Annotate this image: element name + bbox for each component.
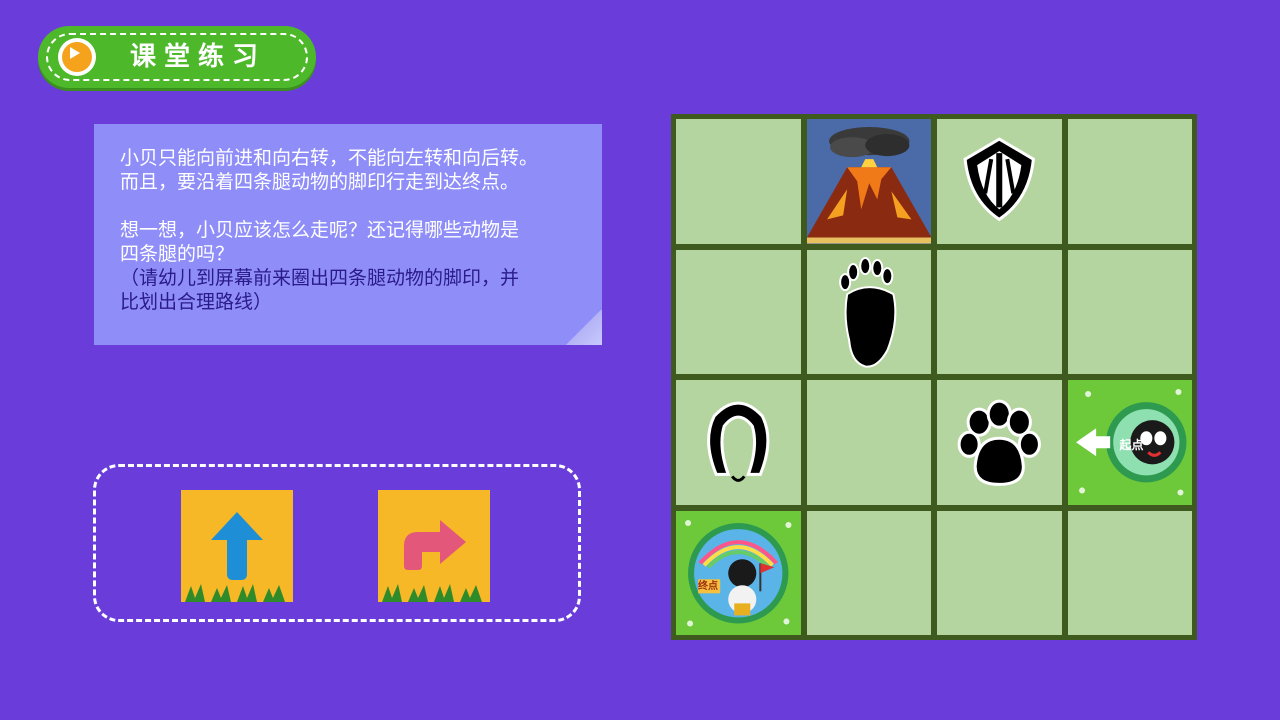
bird-footprint-icon bbox=[963, 137, 1035, 222]
grid-cell-r1c4[interactable] bbox=[1067, 119, 1192, 244]
bear-footprint-icon bbox=[838, 256, 896, 368]
grid-cell-r1c3[interactable] bbox=[937, 119, 1062, 244]
grid-cell-r3c3[interactable] bbox=[937, 380, 1062, 505]
paw-print-icon bbox=[957, 399, 1041, 486]
grid-cell-r4c2[interactable] bbox=[806, 510, 931, 635]
grid-cell-r4c1-end[interactable]: 终点 bbox=[676, 510, 801, 635]
grid-cell-r4c4[interactable] bbox=[1067, 510, 1192, 635]
instruction-line-1: 小贝只能向前进和向右转，不能向左转和向后转。 bbox=[120, 147, 539, 169]
instruction-note-2: 比划出合理路线） bbox=[120, 291, 273, 313]
start-label: 起点 bbox=[1119, 438, 1144, 452]
turn-right-command-card[interactable] bbox=[378, 490, 490, 602]
instruction-line-2: 而且，要沿着四条腿动物的脚印行走到达终点。 bbox=[120, 171, 520, 193]
horse-hoofprint-icon bbox=[707, 401, 770, 482]
arrow-up-icon bbox=[185, 512, 285, 602]
grid-cell-r2c1[interactable] bbox=[676, 249, 801, 374]
grid-cell-r1c1[interactable] bbox=[676, 119, 801, 244]
play-icon[interactable] bbox=[58, 38, 96, 76]
grid-cell-r2c3[interactable] bbox=[937, 249, 1062, 374]
grid-cell-r1c2[interactable] bbox=[806, 119, 931, 244]
instruction-text: 小贝只能向前进和向右转，不能向左转和向后转。 而且，要沿着四条腿动物的脚印行走到… bbox=[120, 146, 590, 314]
finish-marker-icon bbox=[685, 519, 792, 626]
title-pill: 课堂练习 bbox=[38, 26, 316, 88]
grid-cell-r3c4-start[interactable]: 起点 bbox=[1067, 380, 1192, 505]
forward-command-card[interactable] bbox=[181, 490, 293, 602]
grid-cell-r2c4[interactable] bbox=[1067, 249, 1192, 374]
arrow-turn-right-icon bbox=[382, 520, 482, 602]
card-fold-corner bbox=[565, 310, 602, 345]
grid-cell-r2c2[interactable] bbox=[806, 249, 931, 374]
grid-cell-r3c2[interactable] bbox=[806, 380, 931, 505]
instruction-line-3: 想一想，小贝应该怎么走呢？还记得哪些动物是 bbox=[120, 219, 520, 241]
command-box bbox=[93, 464, 581, 622]
page-title: 课堂练习 bbox=[130, 42, 267, 72]
game-grid: 起点 终点 bbox=[671, 114, 1197, 640]
grid-cell-r3c1[interactable] bbox=[676, 380, 801, 505]
instruction-line-4: 四条腿的吗？ bbox=[120, 243, 235, 265]
grid-cell-r4c3[interactable] bbox=[937, 510, 1062, 635]
instruction-note-1: （请幼儿到屏幕前来圈出四条腿动物的脚印，并 bbox=[120, 267, 520, 289]
end-label: 终点 bbox=[698, 580, 718, 592]
volcano-icon bbox=[806, 127, 931, 244]
